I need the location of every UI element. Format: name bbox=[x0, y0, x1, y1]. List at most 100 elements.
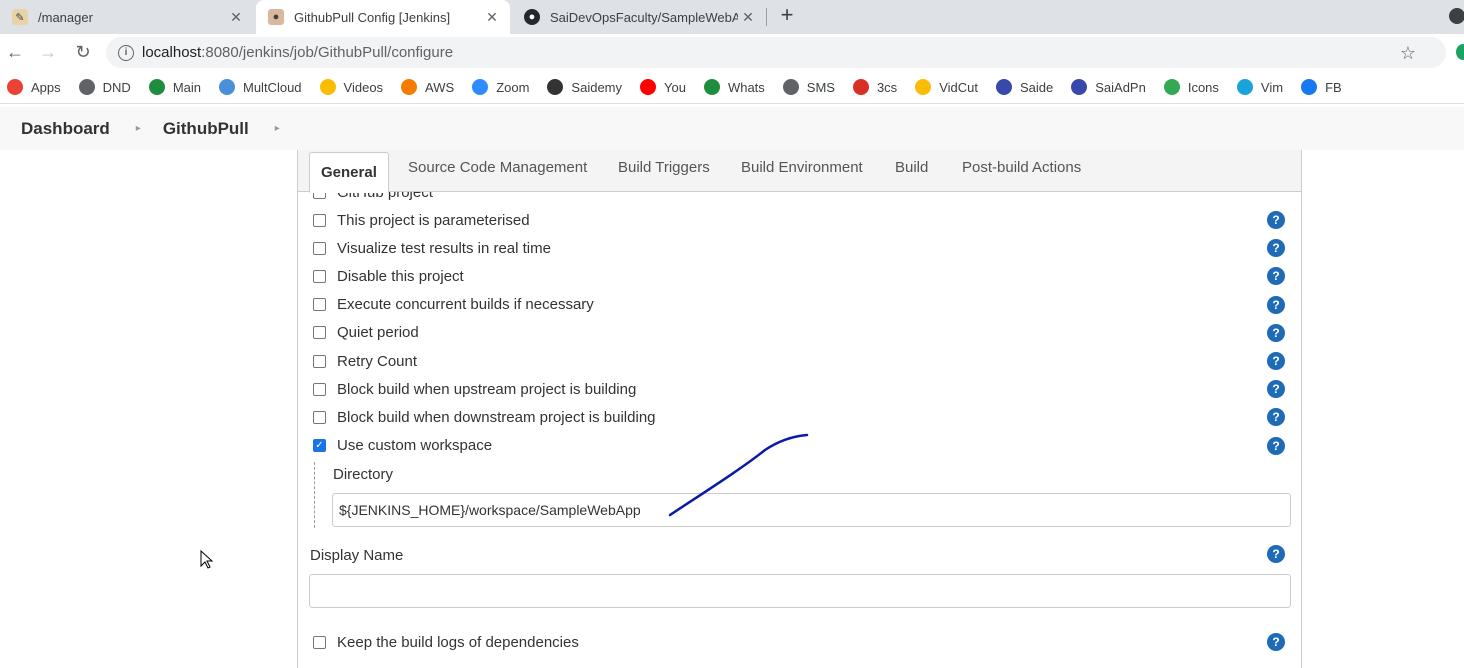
option-row[interactable]: Retry Count bbox=[313, 349, 1293, 373]
bookmark-favicon-icon bbox=[1301, 79, 1318, 95]
tab-build-environment[interactable]: Build Environment bbox=[741, 159, 863, 176]
bookmark-label: AWS bbox=[425, 79, 455, 95]
help-icon[interactable]: ? bbox=[1267, 323, 1285, 342]
tab-title: GithubPull Config [Jenkins] bbox=[294, 9, 451, 25]
bookmark-item[interactable]: Videos bbox=[319, 79, 383, 95]
bookmark-label: FB bbox=[1325, 79, 1342, 95]
browser-tab-strip: ✎ /manager ✕ ● GithubPull Config [Jenkin… bbox=[0, 0, 1464, 34]
bookmark-favicon-icon bbox=[319, 79, 336, 95]
bookmark-item[interactable]: MultCloud bbox=[219, 79, 302, 95]
option-row[interactable]: ✓ Use custom workspace bbox=[313, 434, 1293, 458]
tab-post-build-actions[interactable]: Post-build Actions bbox=[962, 159, 1081, 176]
checkbox-checked[interactable]: ✓ bbox=[313, 439, 326, 453]
bookmark-item[interactable]: DND bbox=[78, 79, 131, 95]
option-label: Visualize test results in real time bbox=[337, 239, 551, 257]
option-row[interactable]: Quiet period bbox=[313, 321, 1293, 345]
forward-arrow-icon[interactable]: → bbox=[37, 41, 59, 63]
help-icon[interactable]: ? bbox=[1267, 436, 1285, 455]
close-tab-icon[interactable]: ✕ bbox=[226, 9, 246, 26]
browser-tab-github[interactable]: ● SaiDevOpsFaculty/SampleWebAp ✕ bbox=[512, 0, 766, 34]
bookmark-item[interactable]: Main bbox=[148, 79, 201, 95]
bookmark-label: SaiAdPn bbox=[1095, 79, 1146, 95]
bookmark-item[interactable]: FB bbox=[1301, 79, 1342, 95]
bookmark-item[interactable]: You bbox=[640, 79, 686, 95]
bookmark-favicon-icon bbox=[703, 79, 720, 95]
option-label: Use custom workspace bbox=[337, 437, 493, 455]
bookmark-item[interactable]: Whats bbox=[703, 79, 765, 95]
bookmark-favicon-icon bbox=[7, 79, 23, 95]
bookmark-item[interactable]: Saide bbox=[995, 79, 1053, 95]
mouse-cursor-icon bbox=[200, 550, 214, 569]
bookmark-label: Icons bbox=[1187, 79, 1219, 95]
reload-icon[interactable]: ↻ bbox=[72, 41, 94, 63]
tab-build-triggers[interactable]: Build Triggers bbox=[618, 159, 710, 176]
bookmark-favicon-icon bbox=[1071, 79, 1088, 95]
browser-tab-jenkins-config[interactable]: ● GithubPull Config [Jenkins] ✕ bbox=[256, 0, 510, 34]
checkbox[interactable] bbox=[313, 382, 326, 396]
option-row-keep-build-logs[interactable]: Keep the build logs of dependencies bbox=[313, 630, 1293, 654]
bookmark-favicon-icon bbox=[640, 79, 656, 95]
bookmark-item[interactable]: SMS bbox=[782, 79, 835, 95]
bookmark-label: SMS bbox=[806, 79, 835, 95]
tab-general[interactable]: General bbox=[309, 152, 389, 193]
option-row[interactable]: Block build when upstream project is bui… bbox=[313, 377, 1293, 401]
site-info-icon[interactable]: i bbox=[118, 44, 134, 61]
extension-icon[interactable] bbox=[1456, 44, 1464, 60]
option-row[interactable]: This project is parameterised bbox=[313, 208, 1293, 232]
option-row[interactable]: Disable this project bbox=[313, 264, 1293, 288]
checkbox[interactable] bbox=[313, 354, 326, 368]
bookmark-label: Whats bbox=[727, 79, 765, 95]
bookmark-item[interactable]: Icons bbox=[1163, 79, 1219, 95]
bookmark-favicon-icon bbox=[219, 79, 235, 95]
breadcrumb-chevron-icon[interactable]: ▸ bbox=[136, 123, 141, 134]
checkbox[interactable] bbox=[313, 241, 326, 255]
bookmark-label: Saidemy bbox=[571, 79, 622, 95]
bookmark-item[interactable]: AWS bbox=[401, 79, 454, 95]
bookmark-item[interactable]: SaiAdPn bbox=[1071, 79, 1146, 95]
tab-build[interactable]: Build bbox=[895, 159, 928, 176]
option-label: Block build when downstream project is b… bbox=[337, 408, 656, 426]
bookmark-label: Vim bbox=[1260, 79, 1284, 95]
checkbox[interactable] bbox=[313, 410, 326, 424]
help-icon[interactable]: ? bbox=[1267, 545, 1285, 563]
bookmark-star-icon[interactable]: ☆ bbox=[1400, 43, 1416, 64]
checkbox[interactable] bbox=[313, 635, 326, 649]
new-tab-button[interactable]: + bbox=[776, 4, 798, 28]
directory-input[interactable]: ${JENKINS_HOME}/workspace/SampleWebApp bbox=[332, 493, 1291, 527]
bookmark-item[interactable]: VidCut bbox=[915, 79, 978, 95]
back-arrow-icon[interactable]: ← bbox=[4, 41, 26, 63]
option-row[interactable]: Block build when downstream project is b… bbox=[313, 405, 1293, 429]
bookmark-item[interactable]: Apps bbox=[7, 79, 61, 95]
breadcrumb-dashboard[interactable]: Dashboard bbox=[21, 119, 110, 139]
option-label: Keep the build logs of dependencies bbox=[337, 633, 579, 651]
option-row[interactable]: Visualize test results in real time bbox=[313, 236, 1293, 260]
url-path: :8080/jenkins/job/GithubPull/configure bbox=[201, 44, 454, 61]
option-row[interactable]: Execute concurrent builds if necessary bbox=[313, 293, 1293, 317]
display-name-label: Display Name bbox=[310, 547, 404, 564]
close-tab-icon[interactable]: ✕ bbox=[482, 9, 502, 26]
breadcrumb-chevron-icon[interactable]: ▸ bbox=[275, 123, 280, 134]
breadcrumb-githubpull[interactable]: GithubPull bbox=[163, 119, 249, 139]
help-icon[interactable]: ? bbox=[1267, 295, 1285, 314]
bookmark-label: Apps bbox=[31, 79, 61, 95]
help-icon[interactable]: ? bbox=[1267, 633, 1285, 651]
checkbox[interactable] bbox=[313, 269, 326, 283]
bookmark-item[interactable]: Vim bbox=[1236, 79, 1284, 95]
help-icon[interactable]: ? bbox=[1267, 211, 1285, 229]
address-bar[interactable]: i localhost:8080/jenkins/job/GithubPull/… bbox=[106, 37, 1446, 68]
bookmark-item[interactable]: 3cs bbox=[852, 79, 897, 95]
tab-separator bbox=[766, 8, 767, 26]
checkbox[interactable] bbox=[313, 213, 326, 227]
help-icon[interactable]: ? bbox=[1267, 352, 1285, 370]
display-name-input[interactable] bbox=[309, 574, 1291, 608]
checkbox[interactable] bbox=[313, 326, 326, 340]
close-tab-icon[interactable]: ✕ bbox=[738, 9, 758, 26]
bookmark-item[interactable]: Saidemy bbox=[547, 79, 622, 95]
tab-search-icon[interactable] bbox=[1449, 8, 1464, 24]
bookmark-favicon-icon bbox=[472, 79, 489, 95]
tab-source-code-management[interactable]: Source Code Management bbox=[408, 159, 587, 176]
checkbox[interactable] bbox=[313, 298, 326, 312]
browser-tab-manager[interactable]: ✎ /manager ✕ bbox=[0, 0, 254, 34]
bookmark-favicon-icon bbox=[782, 79, 799, 95]
bookmark-item[interactable]: Zoom bbox=[472, 79, 529, 95]
